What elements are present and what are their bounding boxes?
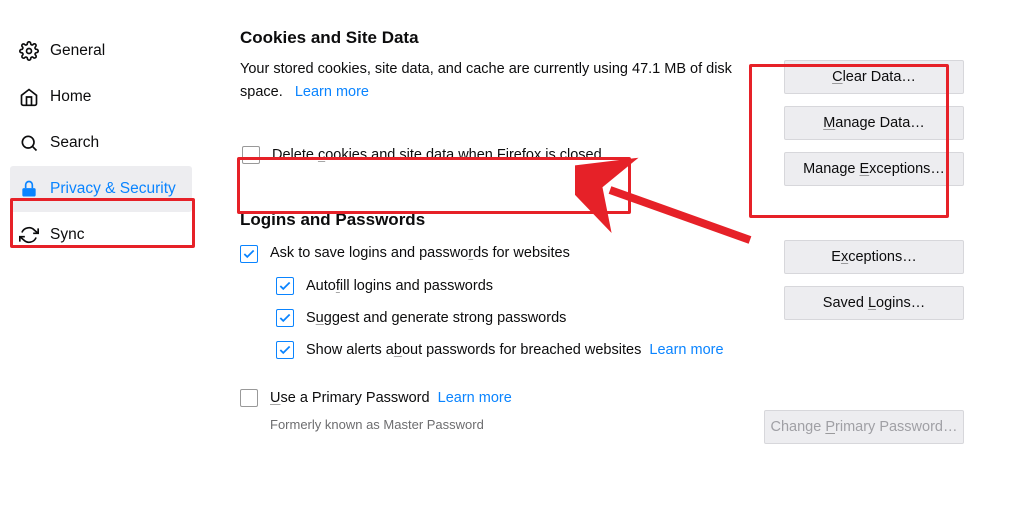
manage-exceptions-button[interactable]: Manage Exceptions… xyxy=(784,152,964,186)
primary-learn-more-link[interactable]: Learn more xyxy=(438,390,512,406)
primary-password-label: Use a Primary Password Learn more xyxy=(270,385,512,411)
breach-alerts-checkbox[interactable] xyxy=(276,341,294,359)
cookies-heading: Cookies and Site Data xyxy=(240,28,984,48)
logins-section: Exceptions… Saved Logins… Change Primary… xyxy=(240,210,984,431)
ask-save-logins-label: Ask to save logins and passwords for web… xyxy=(270,240,570,266)
lock-icon xyxy=(18,178,40,200)
delete-cookies-label: Delete cookies and site data when Firefo… xyxy=(272,142,602,168)
sidebar-item-label: Sync xyxy=(50,226,84,244)
settings-sidebar: General Home Search Privacy & Security S… xyxy=(0,28,200,468)
sync-icon xyxy=(18,224,40,246)
primary-password-checkbox[interactable] xyxy=(240,389,258,407)
sidebar-item-label: Home xyxy=(50,88,91,106)
sidebar-item-sync[interactable]: Sync xyxy=(10,212,192,258)
search-icon xyxy=(18,132,40,154)
logins-exceptions-button[interactable]: Exceptions… xyxy=(784,240,964,274)
autofill-label: Autofill logins and passwords xyxy=(306,273,493,299)
suggest-passwords-checkbox[interactable] xyxy=(276,309,294,327)
sidebar-item-search[interactable]: Search xyxy=(10,120,192,166)
delete-cookies-checkbox[interactable] xyxy=(242,146,260,164)
sidebar-item-privacy[interactable]: Privacy & Security xyxy=(10,166,192,212)
saved-logins-button[interactable]: Saved Logins… xyxy=(784,286,964,320)
sidebar-item-label: Search xyxy=(50,134,99,152)
cookies-learn-more-link[interactable]: Learn more xyxy=(295,84,369,100)
cookies-section: Clear Data… Manage Data… Manage Exceptio… xyxy=(240,28,984,174)
clear-data-button[interactable]: Clear Data… xyxy=(784,60,964,94)
autofill-checkbox[interactable] xyxy=(276,277,294,295)
home-icon xyxy=(18,86,40,108)
manage-data-button[interactable]: Manage Data… xyxy=(784,106,964,140)
ask-save-logins-checkbox[interactable] xyxy=(240,245,258,263)
sidebar-item-home[interactable]: Home xyxy=(10,74,192,120)
sidebar-item-label: Privacy & Security xyxy=(50,180,176,198)
breach-alerts-label: Show alerts about passwords for breached… xyxy=(306,337,724,363)
gear-icon xyxy=(18,40,40,62)
change-primary-password-button: Change Primary Password… xyxy=(764,410,964,444)
settings-main: Clear Data… Manage Data… Manage Exceptio… xyxy=(200,28,1024,468)
suggest-passwords-label: Suggest and generate strong passwords xyxy=(306,305,566,331)
breach-learn-more-link[interactable]: Learn more xyxy=(649,342,723,358)
sidebar-item-label: General xyxy=(50,42,105,60)
logins-heading: Logins and Passwords xyxy=(240,210,984,230)
cookies-description: Your stored cookies, site data, and cach… xyxy=(240,58,740,104)
cookies-usage: 47.1 MB xyxy=(632,61,686,77)
sidebar-item-general[interactable]: General xyxy=(10,28,192,74)
